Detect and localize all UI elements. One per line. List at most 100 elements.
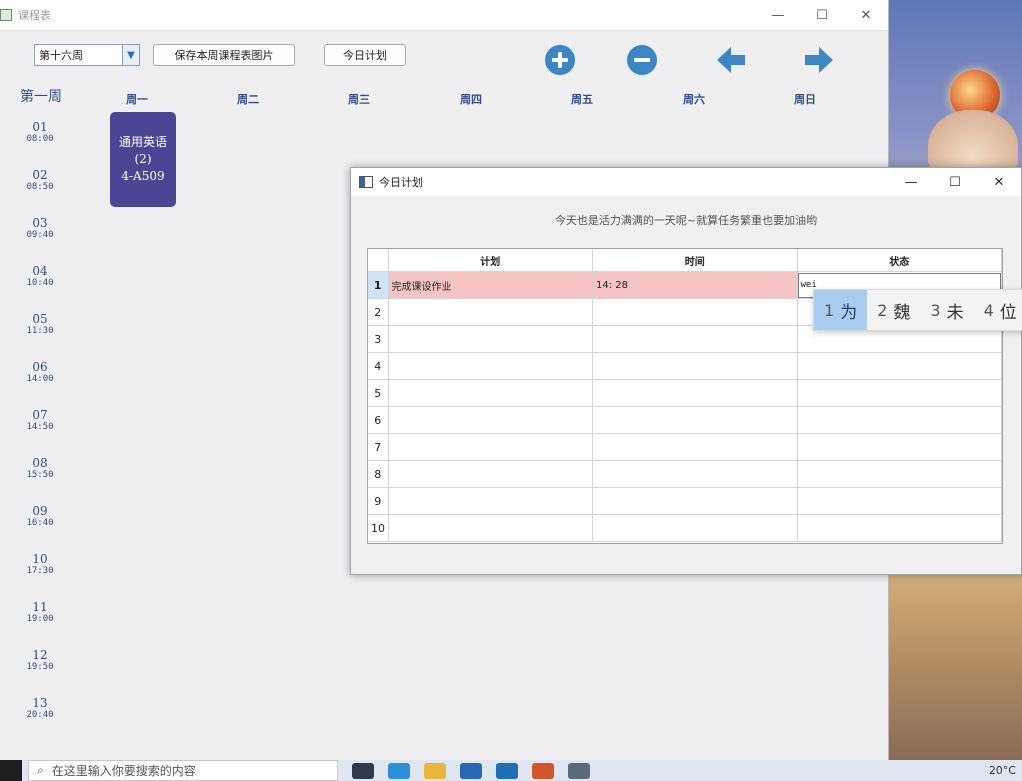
week-label: 第一周 (20, 89, 62, 105)
arrow-right-icon[interactable] (803, 45, 835, 75)
period-label: 03 09:40 (26, 216, 54, 240)
day-header: 周四 (460, 93, 482, 106)
column-header-status[interactable]: 状态 (797, 249, 1002, 272)
search-icon: ⌕ (37, 763, 44, 777)
plan-cell[interactable] (388, 433, 593, 461)
status-cell[interactable] (797, 460, 1002, 488)
period-label: 13 20:40 (26, 696, 54, 720)
table-row[interactable]: 9 (368, 487, 1002, 515)
time-cell[interactable]: 14: 28 (592, 271, 798, 299)
time-cell[interactable] (592, 487, 798, 515)
course-name: 通用英语 (118, 135, 167, 149)
plan-cell[interactable] (388, 352, 593, 380)
column-header-plan[interactable]: 计划 (388, 249, 593, 272)
status-cell[interactable] (797, 406, 1002, 434)
time-cell[interactable] (592, 460, 798, 488)
dialog-minimize-button[interactable]: — (889, 168, 933, 196)
row-number[interactable]: 3 (368, 325, 389, 353)
row-number[interactable]: 9 (368, 487, 389, 515)
today-plan-button[interactable]: 今日计划 (324, 44, 406, 66)
remove-icon[interactable] (627, 45, 657, 75)
ime-candidate[interactable]: 2 魏 (867, 290, 920, 330)
status-cell[interactable] (797, 433, 1002, 461)
dialog-app-icon (359, 176, 373, 188)
course-app-icon[interactable] (568, 762, 590, 779)
course-section: (2) (134, 152, 152, 166)
row-number[interactable]: 8 (368, 460, 389, 488)
table-row[interactable]: 6 (368, 406, 1002, 434)
save-image-button[interactable]: 保存本周课程表图片 (153, 44, 295, 66)
maximize-button[interactable]: ☐ (800, 0, 844, 30)
table-row[interactable]: 4 (368, 352, 1002, 380)
dialog-close-button[interactable]: ✕ (977, 168, 1021, 196)
period-label: 06 14:00 (26, 360, 54, 384)
period-label: 09 16:40 (26, 504, 54, 528)
time-cell[interactable] (592, 298, 798, 326)
ime-candidate[interactable]: 1 为 (814, 290, 868, 330)
period-label: 07 14:50 (26, 408, 54, 432)
plan-cell[interactable] (388, 325, 593, 353)
time-cell[interactable] (592, 406, 798, 434)
task-view-icon[interactable] (352, 762, 374, 779)
folder-icon[interactable] (424, 762, 446, 779)
plan-cell[interactable] (388, 406, 593, 434)
time-cell[interactable] (592, 325, 798, 353)
row-number[interactable]: 5 (368, 379, 389, 407)
ime-candidate[interactable]: 3 未 (920, 290, 973, 330)
weather-text: 20°C (988, 764, 1016, 777)
status-cell[interactable] (797, 379, 1002, 407)
day-header: 周日 (794, 93, 816, 106)
week-select-value: 第十六周 (39, 49, 83, 62)
dialog-maximize-button[interactable]: ☐ (933, 168, 977, 196)
table-row[interactable]: 8 (368, 460, 1002, 488)
dialog-titlebar: 今日计划 — ☐ ✕ (351, 168, 1021, 196)
row-number[interactable]: 7 (368, 433, 389, 461)
plan-cell[interactable]: 完成课设作业 (388, 271, 593, 299)
row-number[interactable]: 10 (368, 514, 389, 542)
dialog-window-controls: — ☐ ✕ (889, 168, 1021, 196)
course-room: 4-A509 (121, 169, 165, 183)
edge-icon[interactable] (388, 762, 410, 779)
time-cell[interactable] (592, 433, 798, 461)
row-number[interactable]: 4 (368, 352, 389, 380)
week-select[interactable]: 第十六周 ▼ (34, 44, 140, 66)
course-card[interactable]: 通用英语 (2) 4-A509 (110, 112, 176, 207)
status-cell[interactable] (797, 352, 1002, 380)
time-cell[interactable] (592, 379, 798, 407)
add-icon[interactable] (545, 45, 575, 75)
start-button[interactable] (0, 760, 22, 781)
plan-cell[interactable] (388, 379, 593, 407)
toolbar: 第十六周 ▼ 保存本周课程表图片 今日计划 (0, 44, 888, 70)
arrow-left-icon[interactable] (715, 45, 747, 75)
minimize-button[interactable]: — (756, 0, 800, 30)
plan-cell[interactable] (388, 514, 593, 542)
day-header: 周三 (348, 93, 370, 106)
search-placeholder: 在这里输入你要搜索的内容 (51, 764, 196, 778)
close-button[interactable]: ✕ (844, 0, 888, 30)
window-controls: — ☐ ✕ (756, 0, 888, 30)
day-header: 周五 (571, 93, 593, 106)
period-label: 10 17:30 (26, 552, 54, 576)
time-cell[interactable] (592, 352, 798, 380)
row-number[interactable]: 2 (368, 298, 389, 326)
store-icon[interactable] (460, 762, 482, 779)
table-row[interactable]: 5 (368, 379, 1002, 407)
ppt-icon[interactable] (532, 762, 554, 779)
plan-cell[interactable] (388, 487, 593, 515)
time-cell[interactable] (592, 514, 798, 542)
row-number[interactable]: 1 (368, 271, 389, 299)
plan-cell[interactable] (388, 298, 593, 326)
ime-candidate[interactable]: 4 位 (974, 290, 1022, 330)
status-cell[interactable] (797, 514, 1002, 542)
row-number[interactable]: 6 (368, 406, 389, 434)
period-label: 05 11:30 (26, 312, 54, 336)
table-row[interactable]: 7 (368, 433, 1002, 461)
app-icon (0, 9, 12, 21)
chevron-down-icon[interactable]: ▼ (122, 45, 139, 65)
taskbar-search[interactable]: ⌕ 在这里输入你要搜索的内容 (28, 760, 338, 781)
column-header-time[interactable]: 时间 (592, 249, 798, 272)
app-icon[interactable] (496, 762, 518, 779)
table-row[interactable]: 10 (368, 514, 1002, 542)
status-cell[interactable] (797, 487, 1002, 515)
plan-cell[interactable] (388, 460, 593, 488)
